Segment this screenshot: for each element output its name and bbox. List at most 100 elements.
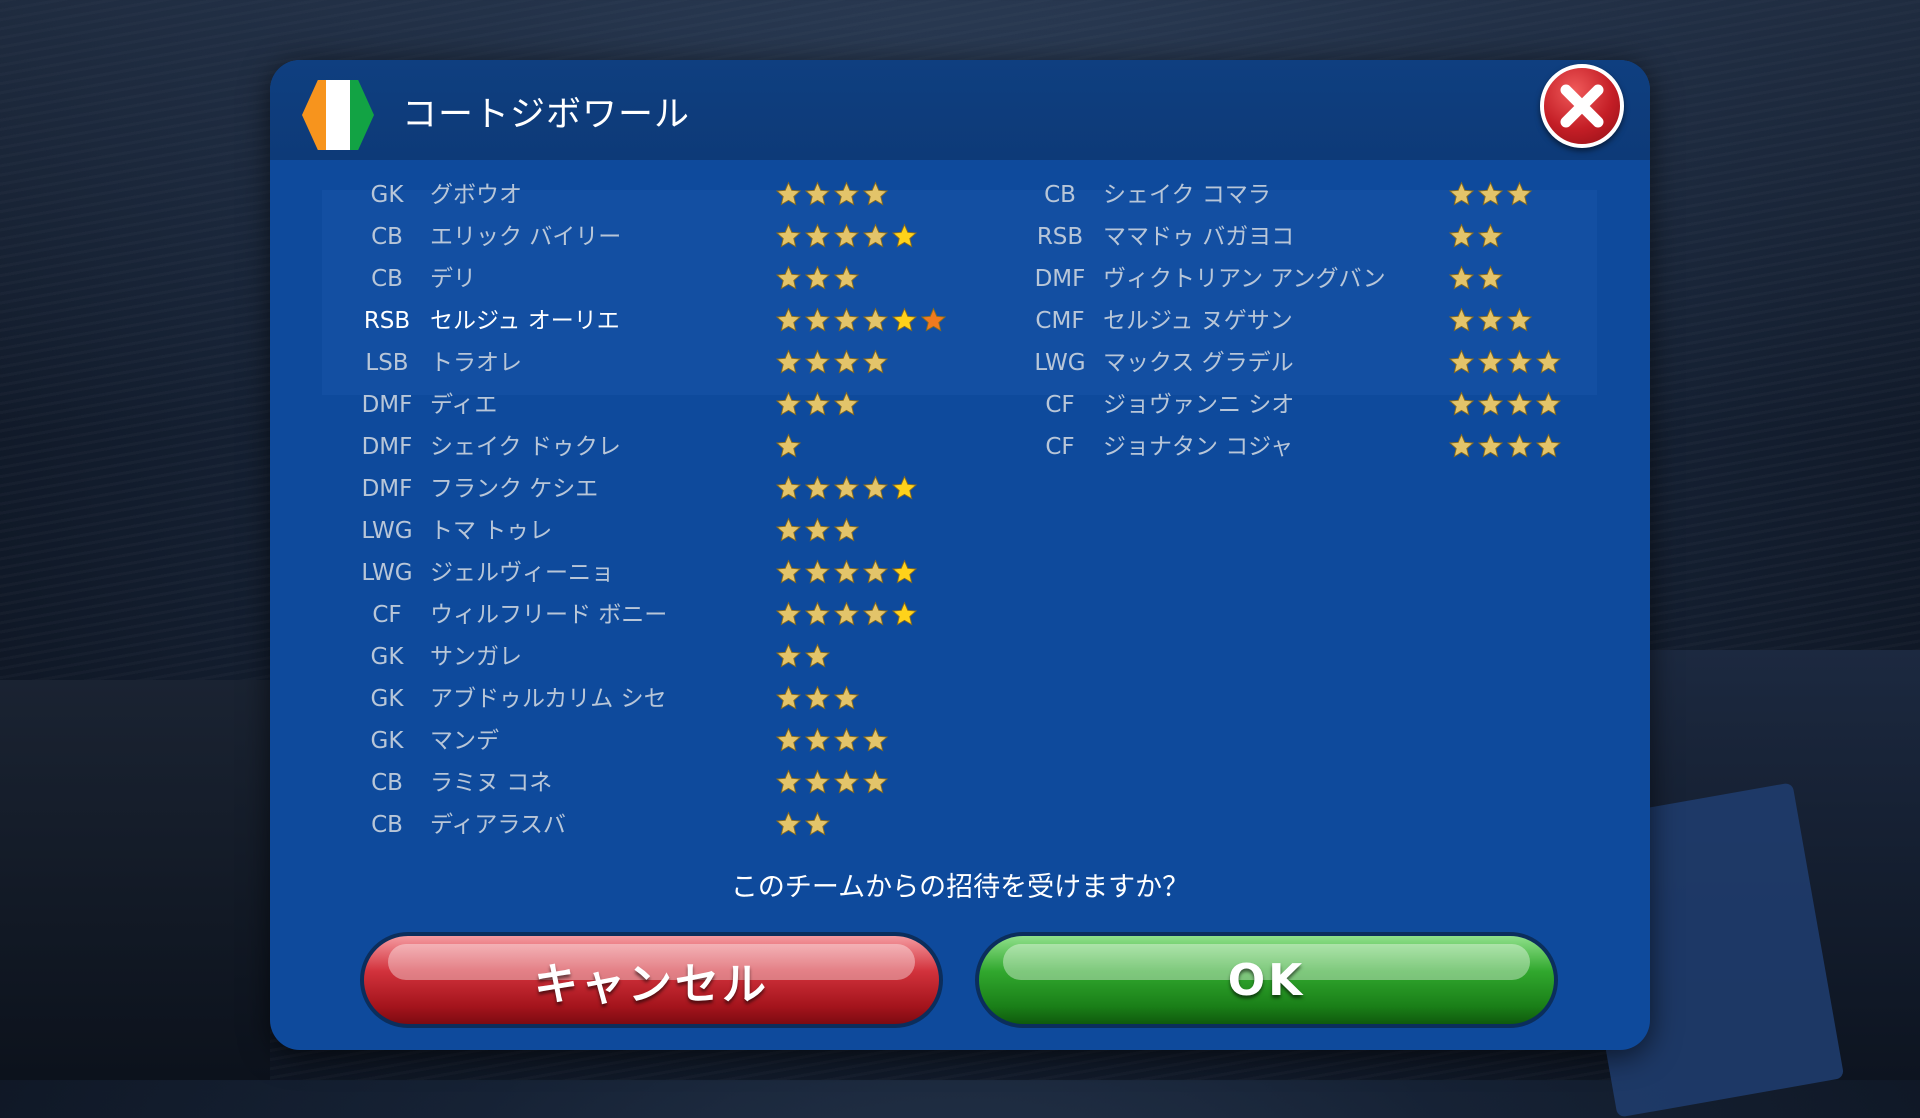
player-rating-stars	[775, 551, 920, 593]
player-position: DMF	[1034, 266, 1086, 292]
star-icon	[775, 307, 802, 332]
player-row: CF ジョナタン コジャ	[1015, 426, 1650, 468]
player-position: RSB	[1036, 224, 1084, 250]
player-position: DMF	[361, 392, 413, 418]
star-icon	[775, 223, 802, 248]
star-icon	[775, 559, 802, 584]
player-rating-stars	[775, 467, 920, 509]
player-rating-stars	[1448, 173, 1535, 215]
player-rating-stars	[775, 341, 891, 383]
player-row: CF ウィルフリード ボニー	[342, 594, 982, 636]
player-name: ママドゥ バガヨコ	[1103, 224, 1295, 250]
star-icon	[1477, 349, 1504, 374]
star-icon	[1448, 181, 1475, 206]
player-position: CF	[372, 602, 402, 628]
player-name: ジョヴァンニ シオ	[1103, 392, 1295, 418]
player-name: トラオレ	[430, 350, 522, 376]
player-name: マンデ	[430, 728, 499, 754]
star-icon	[775, 391, 802, 416]
player-name: アブドゥルカリム シセ	[430, 686, 667, 712]
player-rating-stars	[775, 761, 891, 803]
star-icon	[862, 223, 889, 248]
star-icon	[775, 475, 802, 500]
player-row: CB デリ	[342, 258, 982, 300]
player-rating-stars	[1448, 299, 1535, 341]
flag-stripe-3	[350, 80, 374, 150]
player-row: GK マンデ	[342, 720, 982, 762]
player-rating-stars	[775, 677, 862, 719]
player-position: DMF	[361, 476, 413, 502]
player-position: CB	[371, 770, 403, 796]
star-icon	[775, 727, 802, 752]
ok-button-label: OK	[1227, 954, 1306, 1006]
star-icon	[804, 643, 831, 668]
player-position: GK	[370, 686, 404, 712]
star-icon	[891, 223, 918, 248]
star-icon	[804, 517, 831, 542]
star-icon	[833, 265, 860, 290]
stadium-stand-left	[0, 680, 270, 1080]
star-icon	[775, 433, 802, 458]
player-rating-stars	[1448, 383, 1564, 425]
invite-question: このチームからの招待を受けますか？	[730, 872, 1190, 903]
player-rating-stars	[775, 383, 862, 425]
player-rating-stars	[775, 635, 833, 677]
player-position: RSB	[363, 308, 411, 334]
player-rating-stars	[775, 215, 920, 257]
player-row: RSB ママドゥ バガヨコ	[1015, 216, 1650, 258]
player-name: デリ	[430, 266, 476, 292]
star-icon	[1506, 307, 1533, 332]
star-icon	[804, 769, 831, 794]
flag-stripe-1	[302, 80, 326, 150]
star-icon	[775, 769, 802, 794]
player-position: CB	[1044, 182, 1076, 208]
star-icon	[1506, 391, 1533, 416]
star-icon	[833, 349, 860, 374]
star-icon	[1477, 307, 1504, 332]
star-icon	[862, 727, 889, 752]
star-icon	[862, 475, 889, 500]
player-row: LWG ジェルヴィーニョ	[342, 552, 982, 594]
player-row: DMF フランク ケシエ	[342, 468, 982, 510]
star-icon	[1535, 433, 1562, 458]
dialog-title: コートジボワール	[402, 95, 691, 135]
player-position: LSB	[365, 350, 409, 376]
player-row: DMF ヴィクトリアン アングバン	[1015, 258, 1650, 300]
star-icon	[833, 769, 860, 794]
cancel-button[interactable]: キャンセル	[360, 932, 943, 1028]
cancel-button-label: キャンセル	[534, 959, 769, 1010]
star-icon	[775, 685, 802, 710]
star-icon	[804, 391, 831, 416]
star-icon	[1506, 433, 1533, 458]
close-button[interactable]	[1540, 64, 1624, 148]
player-name: セルジュ ヌゲサン	[1103, 308, 1293, 334]
player-roster: GK グボウオ CB エリック バイリー CB デリ RSB セルジュ オーリエ LSB トラオレ…	[270, 174, 1650, 914]
star-icon	[804, 265, 831, 290]
star-icon	[1506, 181, 1533, 206]
player-name: トマ トゥレ	[430, 518, 553, 544]
star-icon	[804, 727, 831, 752]
star-icon	[775, 181, 802, 206]
player-position: GK	[370, 728, 404, 754]
star-icon	[862, 769, 889, 794]
player-rating-stars	[775, 425, 804, 467]
player-name: シェイク ドゥクレ	[430, 434, 621, 460]
star-icon	[862, 559, 889, 584]
player-rating-stars	[775, 257, 862, 299]
star-icon	[804, 349, 831, 374]
star-icon	[833, 517, 860, 542]
star-icon	[891, 475, 918, 500]
player-rating-stars	[775, 803, 833, 845]
player-row: RSB セルジュ オーリエ	[342, 300, 982, 342]
player-rating-stars	[775, 173, 891, 215]
player-row: LWG トマ トゥレ	[342, 510, 982, 552]
star-icon	[920, 307, 947, 332]
team-invite-dialog: コートジボワール GK グボウオ CB エリック バイリー CB デリ RSB セルジュ オー…	[270, 60, 1650, 1050]
player-position: GK	[370, 182, 404, 208]
ok-button[interactable]: OK	[975, 932, 1558, 1028]
player-position: LWG	[361, 560, 413, 586]
dialog-header: コートジボワール	[270, 60, 1650, 160]
player-name: ラミヌ コネ	[430, 770, 553, 796]
star-icon	[1477, 181, 1504, 206]
player-name: ウィルフリード ボニー	[430, 602, 668, 628]
